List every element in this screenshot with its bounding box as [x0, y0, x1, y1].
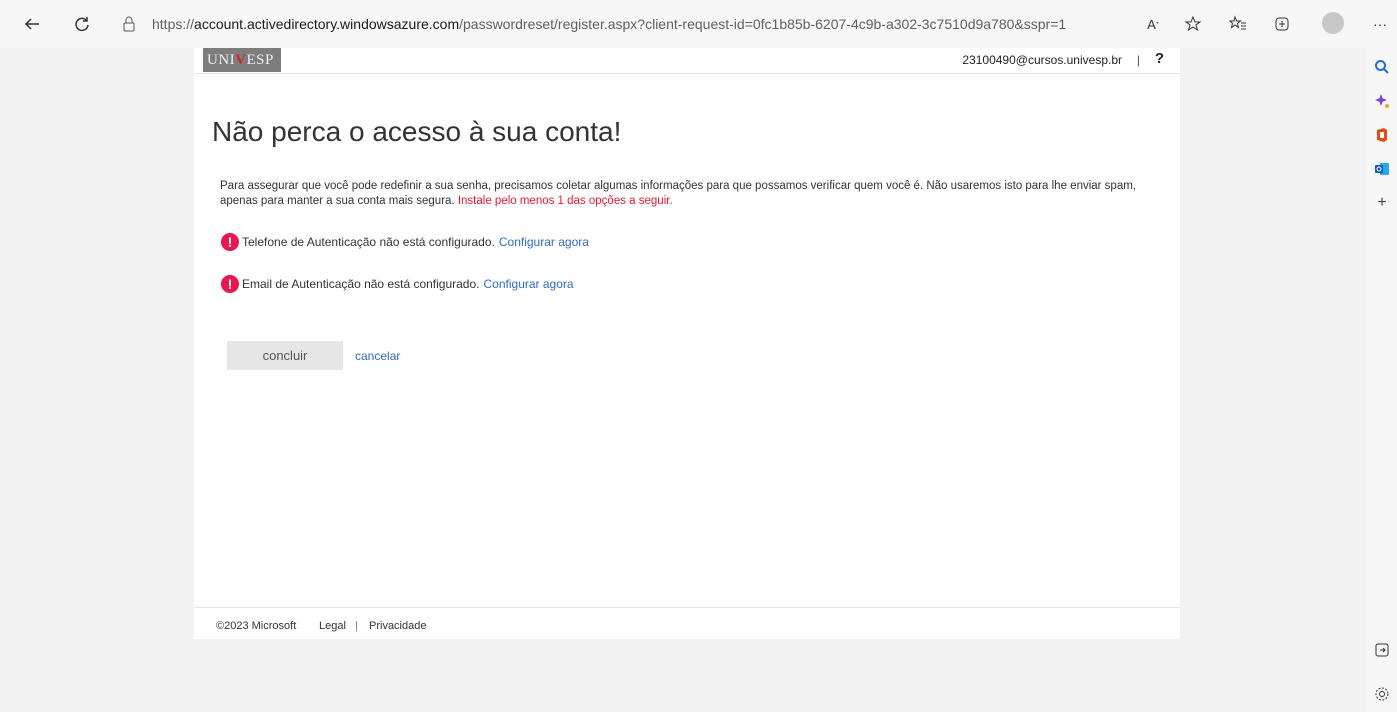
privacy-link[interactable]: Privacidade — [369, 620, 426, 632]
url-prefix: https:// — [152, 16, 195, 32]
finish-button[interactable]: concluir — [227, 341, 343, 370]
auth-phone-text: Telefone de Autenticação não está config… — [242, 235, 495, 249]
alert-icon: ! — [221, 233, 239, 251]
office-icon[interactable] — [1373, 126, 1391, 144]
settings-gear-icon[interactable] — [1373, 685, 1391, 703]
auth-phone-row: ! Telefone de Autenticação não está conf… — [221, 233, 589, 251]
outlook-icon[interactable] — [1373, 160, 1391, 178]
univesp-logo: UNIVESP — [203, 48, 281, 72]
page-description: Para assegurar que você pode redefinir a… — [220, 179, 1160, 209]
page-header: UNIVESP 23100490@cursos.univesp.br | ? — [194, 48, 1180, 74]
back-icon[interactable] — [16, 8, 48, 40]
sidebar-toggle-icon[interactable] — [1373, 641, 1391, 659]
alert-icon: ! — [221, 275, 239, 293]
copilot-icon[interactable] — [1373, 92, 1391, 110]
collections-icon[interactable] — [1266, 8, 1298, 40]
refresh-icon[interactable] — [66, 8, 98, 40]
browser-toolbar: https://account.activedirectory.windowsa… — [0, 0, 1397, 48]
user-account[interactable]: 23100490@cursos.univesp.br — [962, 53, 1122, 67]
page-title: Não perca o acesso à sua conta! — [212, 116, 622, 147]
browser-sidebar: + — [1367, 48, 1397, 712]
more-icon[interactable]: ··· — [1364, 8, 1396, 40]
add-favorite-icon[interactable] — [1177, 8, 1209, 40]
warning-text: Instale pelo menos 1 das opções a seguir… — [457, 195, 673, 207]
help-icon[interactable]: ? — [1155, 50, 1164, 67]
auth-email-text: Email de Autenticação não está configura… — [242, 277, 480, 291]
address-bar[interactable]: https://account.activedirectory.windowsa… — [116, 10, 1106, 38]
footer-separator: | — [355, 620, 358, 632]
page-panel: UNIVESP 23100490@cursos.univesp.br | ? N… — [194, 48, 1180, 639]
page-footer: ©2023 Microsoft Legal | Privacidade — [194, 607, 1180, 639]
description-text: Para assegurar que você pode redefinir a… — [220, 180, 1137, 207]
lock-icon[interactable] — [122, 15, 140, 33]
auth-email-row: ! Email de Autenticação não está configu… — [221, 275, 574, 293]
legal-link[interactable]: Legal — [319, 620, 346, 632]
add-icon[interactable]: + — [1373, 194, 1391, 212]
url-path: /passwordreset/register.aspx?client-requ… — [459, 16, 1067, 32]
cancel-link[interactable]: cancelar — [355, 349, 400, 363]
header-separator: | — [1136, 53, 1140, 67]
favorites-icon[interactable] — [1222, 8, 1254, 40]
copyright-text: ©2023 Microsoft — [216, 620, 297, 632]
read-aloud-icon[interactable]: Aᐩ — [1137, 8, 1169, 40]
configure-phone-link[interactable]: Configurar agora — [499, 235, 589, 249]
profile-avatar[interactable] — [1322, 12, 1344, 34]
configure-email-link[interactable]: Configurar agora — [484, 277, 574, 291]
search-icon[interactable] — [1373, 58, 1391, 76]
url-host: account.activedirectory.windowsazure.com — [194, 16, 460, 32]
